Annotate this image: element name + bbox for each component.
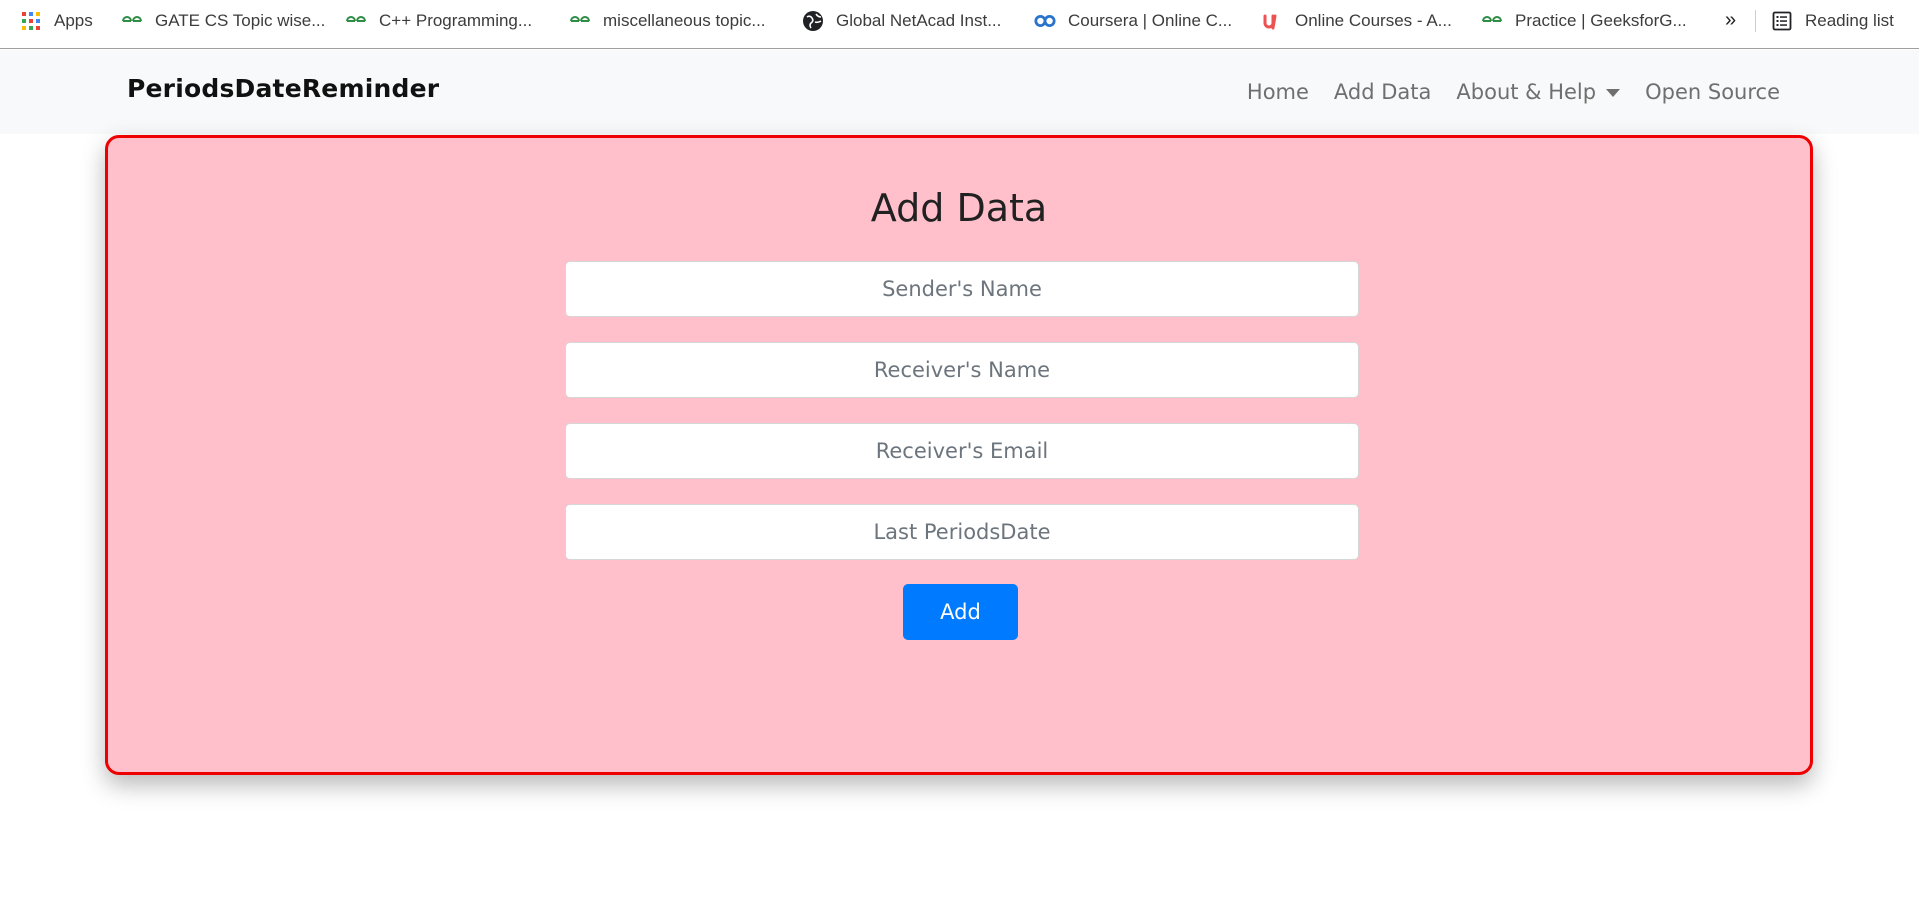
reading-list-label: Reading list bbox=[1805, 10, 1894, 30]
nav-link-label: Open Source bbox=[1645, 80, 1780, 104]
form-title: Add Data bbox=[870, 186, 1048, 230]
geeksforgeeks-icon bbox=[345, 10, 367, 32]
bookmarks-bar: Apps GATE CS Topic wise... C++ Programmi… bbox=[0, 0, 1919, 49]
bookmark-label: Coursera | Online C... bbox=[1068, 10, 1233, 30]
nav-open-source-link[interactable]: Open Source bbox=[1645, 80, 1780, 104]
nav-link-label: Add Data bbox=[1333, 80, 1432, 104]
nav-add-data-link[interactable]: Add Data bbox=[1334, 80, 1431, 104]
reading-list-icon bbox=[1771, 10, 1793, 32]
bookmark-label: miscellaneous topic... bbox=[603, 10, 766, 30]
nav-home-link[interactable]: Home bbox=[1247, 80, 1309, 104]
navbar: PeriodsDateReminder Home Add Data About … bbox=[0, 50, 1919, 134]
bookmark-cpp-programming[interactable]: C++ Programming... bbox=[345, 0, 532, 41]
nav-link-label: About & Help bbox=[1456, 80, 1597, 104]
bookmark-label: Online Courses - A... bbox=[1295, 10, 1452, 30]
bookmark-global-netacad[interactable]: Global NetAcad Inst... bbox=[802, 0, 1001, 41]
bookmark-coursera[interactable]: Coursera | Online C... bbox=[1034, 0, 1232, 41]
bookmark-udemy[interactable]: Online Courses - A... bbox=[1261, 0, 1452, 41]
chevron-double-right-icon: » bbox=[1725, 9, 1737, 31]
bookmark-label: Practice | GeeksforG... bbox=[1515, 10, 1687, 30]
nav-about-help-dropdown[interactable]: About & Help bbox=[1456, 80, 1621, 104]
udemy-icon bbox=[1261, 10, 1283, 32]
nav-link-label: Home bbox=[1246, 80, 1309, 104]
bookmark-label: Apps bbox=[54, 10, 93, 30]
receiver-name-input[interactable] bbox=[565, 342, 1359, 398]
reading-list-button[interactable]: Reading list bbox=[1771, 0, 1894, 41]
geeksforgeeks-icon bbox=[569, 10, 591, 32]
bookmark-practice-geeksforgeeks[interactable]: Practice | GeeksforG... bbox=[1481, 0, 1687, 41]
geeksforgeeks-icon bbox=[1481, 10, 1503, 32]
bookmarks-divider bbox=[1755, 10, 1756, 32]
brand-logo[interactable]: PeriodsDateReminder bbox=[127, 74, 439, 103]
add-data-card: Add Data Add bbox=[105, 135, 1813, 775]
bookmark-miscellaneous[interactable]: miscellaneous topic... bbox=[569, 0, 766, 41]
add-button[interactable]: Add bbox=[903, 584, 1018, 640]
bookmark-apps[interactable]: Apps bbox=[20, 0, 93, 41]
bookmarks-overflow-button[interactable]: » bbox=[1725, 0, 1736, 41]
last-periods-date-input[interactable] bbox=[565, 504, 1359, 560]
coursera-icon bbox=[1034, 10, 1056, 32]
sender-name-input[interactable] bbox=[565, 261, 1359, 317]
globe-icon bbox=[802, 10, 824, 32]
bookmark-label: C++ Programming... bbox=[379, 10, 533, 30]
nav-links: Home Add Data About & Help Open Source bbox=[1247, 50, 1780, 134]
receiver-email-input[interactable] bbox=[565, 423, 1359, 479]
caret-down-icon bbox=[1606, 89, 1621, 97]
bookmark-label: Global NetAcad Inst... bbox=[836, 10, 1002, 30]
bookmark-gate-cs[interactable]: GATE CS Topic wise... bbox=[121, 0, 325, 41]
geeksforgeeks-icon bbox=[121, 10, 143, 32]
bookmark-label: GATE CS Topic wise... bbox=[155, 10, 326, 30]
apps-grid-icon bbox=[20, 10, 42, 32]
